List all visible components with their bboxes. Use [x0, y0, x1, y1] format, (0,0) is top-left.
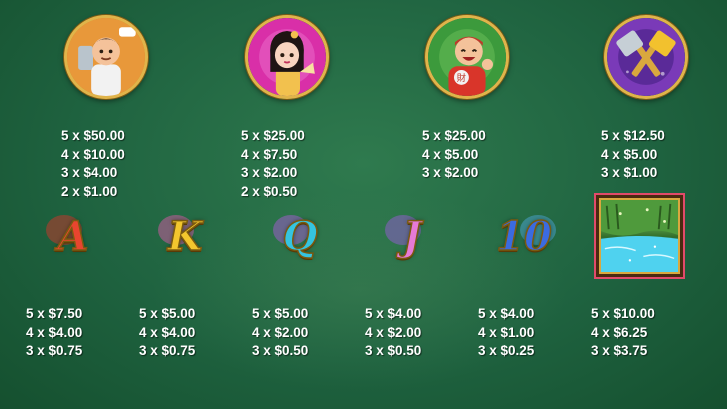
symbol-label: K: [167, 213, 203, 260]
lady-with-fan-icon: [245, 15, 329, 99]
pay-line: 2 x $0.50: [241, 183, 298, 199]
pay-line: 5 x $5.00: [252, 306, 309, 321]
paytable-a: 5 x $7.50 4 x $4.00 3 x $0.75: [26, 305, 82, 361]
paytable-10: 5 x $4.00 4 x $1.00 3 x $0.25: [478, 305, 534, 361]
pay-line: 4 x $2.00: [365, 324, 422, 340]
pay-line: 3 x $2.00: [422, 165, 479, 180]
paytable-j: 5 x $4.00 4 x $2.00 3 x $0.50: [365, 305, 421, 361]
chef-with-cleaver-icon: [64, 15, 148, 99]
paytable-landscape: 5 x $10.00 4 x $6.25 3 x $3.75: [591, 305, 655, 361]
symbol-a: A: [38, 207, 108, 267]
pay-line: 3 x $1.00: [601, 165, 658, 180]
pay-line: 3 x $0.50: [252, 343, 309, 358]
paytable-cleavers: 5 x $12.50 4 x $5.00 3 x $1.00: [601, 127, 665, 183]
svg-text:財: 財: [457, 72, 466, 84]
symbol-q: Q: [265, 207, 335, 267]
landscape-picture: [599, 198, 680, 274]
fortune-man-icon: 財: [425, 15, 509, 99]
paytable-q: 5 x $5.00 4 x $2.00 3 x $0.50: [252, 305, 308, 361]
pay-line: 4 x $4.00: [26, 324, 83, 340]
pay-line: 3 x $0.25: [478, 343, 535, 358]
paytable-lady: 5 x $25.00 4 x $7.50 3 x $2.00 2 x $0.50: [241, 127, 305, 201]
pay-line: 4 x $1.00: [478, 324, 535, 340]
paytable-fortune-man: 5 x $25.00 4 x $5.00 3 x $2.00: [422, 127, 486, 183]
pay-line: 5 x $4.00: [478, 306, 535, 321]
pay-line: 4 x $7.50: [241, 146, 298, 162]
symbol-label: A: [57, 213, 90, 260]
pay-line: 5 x $50.00: [61, 128, 125, 143]
pay-line: 5 x $12.50: [601, 128, 665, 143]
symbol-10: 10: [486, 207, 562, 267]
pay-line: 3 x $0.75: [139, 343, 196, 358]
pay-line: 5 x $7.50: [26, 306, 83, 321]
pay-line: 5 x $4.00: [365, 306, 422, 321]
pay-line: 3 x $3.75: [591, 343, 648, 358]
pay-line: 5 x $10.00: [591, 306, 655, 321]
pay-line: 2 x $1.00: [61, 183, 118, 199]
pay-line: 4 x $5.00: [422, 146, 479, 162]
pay-line: 4 x $10.00: [61, 146, 125, 162]
pay-line: 5 x $5.00: [139, 306, 196, 321]
symbol-k: K: [150, 207, 220, 267]
symbol-label: Q: [282, 213, 318, 260]
pay-line: 3 x $4.00: [61, 165, 118, 180]
symbol-label: 10: [495, 213, 552, 260]
river-landscape-icon: [594, 193, 685, 279]
paytable-k: 5 x $5.00 4 x $4.00 3 x $0.75: [139, 305, 195, 361]
symbol-label: J: [402, 213, 422, 260]
pay-line: 5 x $25.00: [241, 128, 305, 143]
pay-line: 4 x $6.25: [591, 324, 648, 340]
pay-line: 4 x $2.00: [252, 324, 309, 340]
pay-line: 4 x $5.00: [601, 146, 658, 162]
crossed-cleavers-icon: [604, 15, 688, 99]
symbol-j: J: [377, 207, 447, 267]
pay-line: 3 x $0.75: [26, 343, 83, 358]
paytable-chef: 5 x $50.00 4 x $10.00 3 x $4.00 2 x $1.0…: [61, 127, 125, 201]
pay-line: 3 x $0.50: [365, 343, 422, 358]
pay-line: 5 x $25.00: [422, 128, 486, 143]
pay-line: 3 x $2.00: [241, 165, 298, 180]
pay-line: 4 x $4.00: [139, 324, 196, 340]
